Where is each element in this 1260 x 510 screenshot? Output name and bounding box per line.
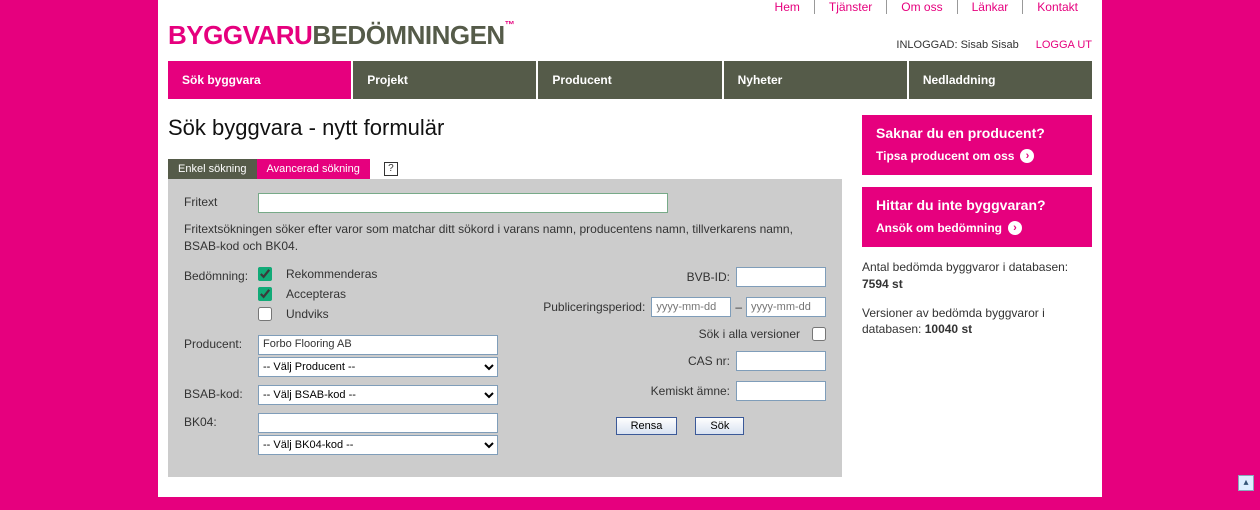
bvbid-label: BVB-ID: <box>687 270 730 284</box>
tab-nyheter[interactable]: Nyheter <box>724 61 909 99</box>
tab-producent[interactable]: Producent <box>538 61 723 99</box>
help-icon[interactable]: ? <box>384 162 398 176</box>
cas-input[interactable] <box>736 351 826 371</box>
producent-label: Producent: <box>184 335 258 351</box>
chk-rekommenderas[interactable] <box>258 267 272 281</box>
tab-projekt[interactable]: Projekt <box>353 61 538 99</box>
allver-checkbox[interactable] <box>812 327 826 341</box>
topnav-kontakt[interactable]: Kontakt <box>1022 0 1092 14</box>
bedomning-label: Bedömning: <box>184 267 258 283</box>
lbl-rekommenderas: Rekommenderas <box>286 267 377 281</box>
cta-missing-product: Hittar du inte byggvaran? Ansök om bedöm… <box>862 187 1092 247</box>
reset-button[interactable]: Rensa <box>616 417 678 435</box>
logo: BYGGVARUBEDÖMNINGEN™ <box>168 20 514 51</box>
arrow-icon: › <box>1020 149 1034 163</box>
producent-select[interactable]: -- Välj Producent -- <box>258 357 498 377</box>
bk04-select[interactable]: -- Välj BK04-kod -- <box>258 435 498 455</box>
subtab-simple[interactable]: Enkel sökning <box>168 159 257 179</box>
fritext-label: Fritext <box>184 193 258 213</box>
bvbid-input[interactable] <box>736 267 826 287</box>
search-form: Fritext Fritextsökningen söker efter var… <box>168 179 842 477</box>
stat-versions: Versioner av bedömda byggvaror i databas… <box>862 305 1092 339</box>
fritext-input[interactable] <box>258 193 668 213</box>
subtab-advanced[interactable]: Avancerad sökning <box>257 159 370 179</box>
tab-sok-byggvara[interactable]: Sök byggvara <box>168 61 353 99</box>
topnav-tjanster[interactable]: Tjänster <box>814 0 886 14</box>
producent-value[interactable]: Forbo Flooring AB <box>258 335 498 355</box>
top-nav: Hem Tjänster Om oss Länkar Kontakt <box>158 0 1102 14</box>
kem-input[interactable] <box>736 381 826 401</box>
arrow-icon: › <box>1008 221 1022 235</box>
chk-accepteras[interactable] <box>258 287 272 301</box>
main-nav: Sök byggvara Projekt Producent Nyheter N… <box>168 61 1092 99</box>
stat-products: Antal bedömda byggvaror i databasen: 759… <box>862 259 1092 293</box>
logo-tm: ™ <box>505 20 515 31</box>
topnav-lankar[interactable]: Länkar <box>957 0 1023 14</box>
topnav-omoss[interactable]: Om oss <box>886 0 956 14</box>
pub-label: Publiceringsperiod: <box>543 300 645 314</box>
logout-link[interactable]: LOGGA UT <box>1036 39 1092 51</box>
bsab-label: BSAB-kod: <box>184 385 258 405</box>
kem-label: Kemiskt ämne: <box>651 384 730 398</box>
lbl-accepteras: Accepteras <box>286 287 346 301</box>
bk04-value[interactable] <box>258 413 498 433</box>
cas-label: CAS nr: <box>688 354 730 368</box>
bsab-select[interactable]: -- Välj BSAB-kod -- <box>258 385 498 405</box>
login-info: INLOGGAD: Sisab Sisab LOGGA UT <box>896 39 1092 51</box>
cta-missing-producer: Saknar du en producent? Tipsa producent … <box>862 115 1092 175</box>
scroll-top-icon[interactable]: ▴ <box>1238 475 1254 491</box>
search-mode-tabs: Enkel sökning Avancerad sökning <box>168 159 370 179</box>
search-button[interactable]: Sök <box>695 417 744 435</box>
tab-nedladdning[interactable]: Nedladdning <box>909 61 1092 99</box>
logo-part1: BYGGVARU <box>168 20 312 50</box>
login-user: Sisab Sisab <box>961 39 1019 51</box>
pub-to-input[interactable] <box>746 297 826 317</box>
bk04-label: BK04: <box>184 413 258 429</box>
cta1-title: Saknar du en producent? <box>876 125 1078 141</box>
login-label: INLOGGAD: <box>896 39 957 51</box>
cta2-link[interactable]: Ansök om bedömning › <box>876 221 1078 235</box>
cta2-title: Hittar du inte byggvaran? <box>876 197 1078 213</box>
fritext-help: Fritextsökningen söker efter varor som m… <box>184 221 826 255</box>
topnav-hem[interactable]: Hem <box>761 0 814 14</box>
pub-dash: – <box>735 300 742 314</box>
page-title: Sök byggvara - nytt formulär <box>168 115 842 141</box>
allver-label: Sök i alla versioner <box>699 327 800 341</box>
pub-from-input[interactable] <box>651 297 731 317</box>
cta1-link[interactable]: Tipsa producent om oss › <box>876 149 1078 163</box>
logo-part2: BEDÖMNINGEN <box>312 20 504 50</box>
chk-undviks[interactable] <box>258 307 272 321</box>
lbl-undviks: Undviks <box>286 307 329 321</box>
